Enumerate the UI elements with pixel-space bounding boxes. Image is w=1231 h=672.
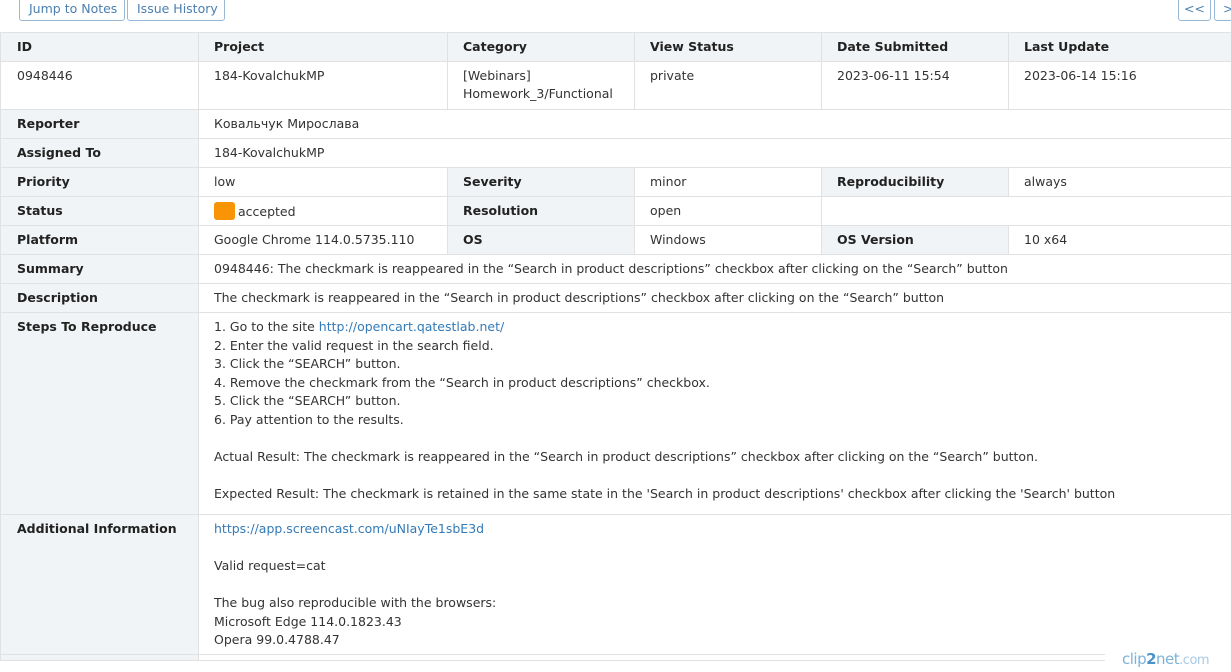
issue-details-table: ID Project Category View Status Date Sub…: [0, 32, 1231, 661]
issue-id: 0948446: [1, 62, 199, 110]
step-1: 1. Go to the site http://opencart.qatest…: [214, 318, 1231, 337]
issue-date-submitted: 2023-06-11 15:54: [822, 62, 1009, 110]
watermark-domain: .com: [1179, 653, 1209, 668]
header-view-status: View Status: [635, 33, 822, 62]
status-row: Status accepted Resolution open: [1, 197, 1231, 226]
issue-view-status: private: [635, 62, 822, 110]
additional-info-label: Additional Information: [1, 515, 199, 661]
description-value: The checkmark is reappeared in the “Sear…: [199, 284, 1231, 313]
spacer: [214, 576, 1231, 595]
watermark-brand-c: net: [1156, 650, 1179, 668]
step-6: 6. Pay attention to the results.: [214, 411, 1231, 430]
os-value: Windows: [635, 226, 822, 255]
browser-opera: Opera 99.0.4788.47: [214, 631, 1231, 650]
header-category: Category: [448, 33, 635, 62]
status-value: accepted: [238, 204, 296, 219]
table-bottom-divider: [0, 654, 1105, 655]
watermark-brand-a: clip: [1122, 650, 1146, 668]
header-project: Project: [199, 33, 448, 62]
priority-value: low: [199, 168, 448, 197]
description-label: Description: [1, 284, 199, 313]
summary-row: Summary 0948446: The checkmark is reappe…: [1, 255, 1231, 284]
clip2net-watermark: clip2net.com: [1105, 648, 1231, 671]
assigned-to-value: 184-KovalchukMP: [199, 139, 1231, 168]
site-link[interactable]: http://opencart.qatestlab.net/: [319, 319, 504, 334]
reporter-label: Reporter: [1, 110, 199, 139]
expected-result: Expected Result: The checkmark is retain…: [214, 485, 1231, 504]
toolbar: Jump to Notes Issue History << >>: [0, 0, 1231, 31]
spacer: [214, 539, 1231, 558]
description-row: Description The checkmark is reappeared …: [1, 284, 1231, 313]
os-version-label: OS Version: [822, 226, 1009, 255]
step-3: 3. Click the “SEARCH” button.: [214, 355, 1231, 374]
steps-label: Steps To Reproduce: [1, 313, 199, 515]
additional-info-value: https://app.screencast.com/uNIayTe1sbE3d…: [199, 515, 1231, 661]
screencast-link-line: https://app.screencast.com/uNIayTe1sbE3d: [214, 520, 1231, 539]
resolution-label: Resolution: [448, 197, 635, 226]
header-date-submitted: Date Submitted: [822, 33, 1009, 62]
spacer: [214, 466, 1231, 485]
actual-result: Actual Result: The checkmark is reappear…: [214, 448, 1231, 467]
watermark-brand-b: 2: [1146, 650, 1156, 668]
assigned-to-row: Assigned To 184-KovalchukMP: [1, 139, 1231, 168]
priority-label: Priority: [1, 168, 199, 197]
additional-info-row: Additional Information https://app.scree…: [1, 515, 1231, 661]
issue-category-line2: Homework_3/Functional: [463, 85, 634, 103]
issue-category: [Webinars] Homework_3/Functional: [448, 62, 635, 110]
status-color-icon: [214, 202, 235, 220]
severity-value: minor: [635, 168, 822, 197]
status-value-cell: accepted: [199, 197, 448, 226]
issue-overview-row: 0948446 184-KovalchukMP [Webinars] Homew…: [1, 62, 1231, 110]
issue-category-line1: [Webinars]: [463, 67, 634, 85]
issue-last-update: 2023-06-14 15:16: [1009, 62, 1231, 110]
step-4: 4. Remove the checkmark from the “Search…: [214, 374, 1231, 393]
browsers-intro: The bug also reproducible with the brows…: [214, 594, 1231, 613]
reproducibility-value: always: [1009, 168, 1231, 197]
header-id: ID: [1, 33, 199, 62]
browser-edge: Microsoft Edge 114.0.1823.43: [214, 613, 1231, 632]
header-row: ID Project Category View Status Date Sub…: [1, 33, 1231, 62]
issue-history-button[interactable]: Issue History: [127, 0, 225, 21]
issue-project: 184-KovalchukMP: [199, 62, 448, 110]
valid-request: Valid request=cat: [214, 557, 1231, 576]
steps-value: 1. Go to the site http://opencart.qatest…: [199, 313, 1231, 515]
priority-row: Priority low Severity minor Reproducibil…: [1, 168, 1231, 197]
assigned-to-label: Assigned To: [1, 139, 199, 168]
os-version-value: 10 x64: [1009, 226, 1231, 255]
previous-issue-button[interactable]: <<: [1178, 0, 1211, 21]
resolution-value: open: [635, 197, 822, 226]
step-2: 2. Enter the valid request in the search…: [214, 337, 1231, 356]
jump-to-notes-button[interactable]: Jump to Notes: [19, 0, 125, 21]
next-issue-button[interactable]: >>: [1214, 0, 1231, 21]
platform-value: Google Chrome 114.0.5735.110: [199, 226, 448, 255]
severity-label: Severity: [448, 168, 635, 197]
os-label: OS: [448, 226, 635, 255]
steps-row: Steps To Reproduce 1. Go to the site htt…: [1, 313, 1231, 515]
status-row-empty: [822, 197, 1231, 226]
status-label: Status: [1, 197, 199, 226]
reproducibility-label: Reproducibility: [822, 168, 1009, 197]
reporter-value: Ковальчук Мирослава: [199, 110, 1231, 139]
step-1-text: 1. Go to the site: [214, 319, 319, 334]
reporter-row: Reporter Ковальчук Мирослава: [1, 110, 1231, 139]
screencast-link[interactable]: https://app.screencast.com/uNIayTe1sbE3d: [214, 521, 484, 536]
step-5: 5. Click the “SEARCH” button.: [214, 392, 1231, 411]
summary-value: 0948446: The checkmark is reappeared in …: [199, 255, 1231, 284]
summary-label: Summary: [1, 255, 199, 284]
spacer: [214, 429, 1231, 448]
platform-label: Platform: [1, 226, 199, 255]
header-last-update: Last Update: [1009, 33, 1231, 62]
platform-row: Platform Google Chrome 114.0.5735.110 OS…: [1, 226, 1231, 255]
